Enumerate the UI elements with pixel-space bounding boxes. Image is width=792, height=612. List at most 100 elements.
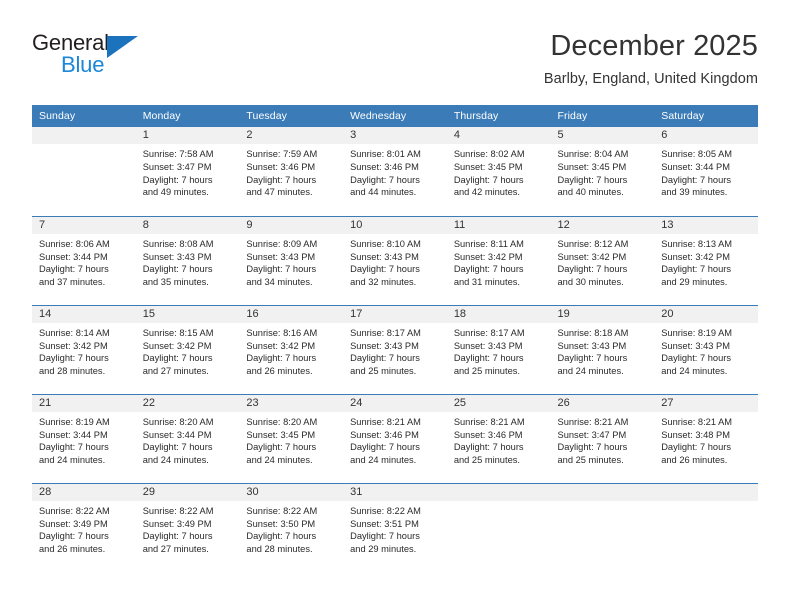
day-cell-content: 31 Sunrise: 8:22 AM Sunset: 3:51 PM Dayli… (343, 483, 447, 573)
day-cell-content: 5 Sunrise: 8:04 AM Sunset: 3:45 PM Daylig… (550, 127, 655, 216)
day-number: 17 (343, 305, 447, 323)
day-number: 14 (32, 305, 136, 323)
day-number: 26 (550, 394, 655, 412)
day-sun-details: Sunrise: 8:09 AM Sunset: 3:43 PM Dayligh… (246, 238, 318, 287)
day-cell-content: 23 Sunrise: 8:20 AM Sunset: 3:45 PM Dayli… (239, 394, 344, 483)
day-sun-details: Sunrise: 8:14 AM Sunset: 3:42 PM Dayligh… (39, 327, 110, 376)
calendar-day-cell[interactable]: 15 Sunrise: 8:15 AM Sunset: 3:42 PM Dayli… (135, 304, 240, 395)
calendar-day-cell[interactable]: 31 Sunrise: 8:22 AM Sunset: 3:51 PM Dayli… (343, 482, 447, 573)
day-number: 11 (446, 216, 551, 234)
day-cell-content (654, 483, 758, 573)
day-sun-details: Sunrise: 8:18 AM Sunset: 3:43 PM Dayligh… (557, 327, 629, 376)
calendar-day-cell[interactable]: 17 Sunrise: 8:17 AM Sunset: 3:43 PM Dayli… (343, 304, 447, 395)
calendar-day-cell[interactable]: 24 Sunrise: 8:21 AM Sunset: 3:46 PM Dayli… (343, 393, 447, 484)
day-cell-content: 26 Sunrise: 8:21 AM Sunset: 3:47 PM Dayli… (550, 394, 655, 483)
day-sun-details: Sunrise: 7:59 AM Sunset: 3:46 PM Dayligh… (246, 149, 318, 198)
day-number: 29 (135, 483, 240, 501)
day-sun-details: Sunrise: 8:04 AM Sunset: 3:45 PM Dayligh… (557, 149, 629, 198)
calendar-day-cell[interactable]: 11 Sunrise: 8:11 AM Sunset: 3:42 PM Dayli… (446, 215, 551, 306)
day-number: 16 (239, 305, 344, 323)
calendar-day-cell[interactable]: 12 Sunrise: 8:12 AM Sunset: 3:42 PM Dayli… (550, 215, 655, 306)
calendar-day-cell[interactable]: 28 Sunrise: 8:22 AM Sunset: 3:49 PM Dayli… (32, 482, 136, 573)
calendar-day-cell[interactable]: 19 Sunrise: 8:18 AM Sunset: 3:43 PM Dayli… (550, 304, 655, 395)
day-number: 25 (446, 394, 551, 412)
calendar-day-cell[interactable]: 18 Sunrise: 8:17 AM Sunset: 3:43 PM Dayli… (446, 304, 551, 395)
calendar-day-cell[interactable]: 5 Sunrise: 8:04 AM Sunset: 3:45 PM Daylig… (550, 127, 655, 216)
calendar-day-cell[interactable]: 10 Sunrise: 8:10 AM Sunset: 3:43 PM Dayli… (343, 215, 447, 306)
day-cell-content: 27 Sunrise: 8:21 AM Sunset: 3:48 PM Dayli… (654, 394, 758, 483)
location-subtitle: Barlby, England, United Kingdom (543, 71, 758, 88)
day-cell-content: 6 Sunrise: 8:05 AM Sunset: 3:44 PM Daylig… (654, 127, 758, 216)
calendar-day-cell[interactable]: 25 Sunrise: 8:21 AM Sunset: 3:46 PM Dayli… (446, 393, 551, 484)
day-cell-content: 3 Sunrise: 8:01 AM Sunset: 3:46 PM Daylig… (343, 127, 447, 216)
logo-text-general: General (32, 30, 109, 55)
day-number (32, 127, 136, 145)
day-number: 19 (550, 305, 655, 323)
title-block: December 2025 Barlby, England, United Ki… (544, 28, 758, 87)
generalblue-logo[interactable]: General Blue (32, 28, 152, 80)
calendar-day-cell[interactable]: 9 Sunrise: 8:09 AM Sunset: 3:43 PM Daylig… (239, 215, 344, 306)
day-cell-content: 9 Sunrise: 8:09 AM Sunset: 3:43 PM Daylig… (239, 216, 344, 305)
day-sun-details: Sunrise: 8:20 AM Sunset: 3:45 PM Dayligh… (246, 416, 318, 465)
calendar-day-cell[interactable]: 22 Sunrise: 8:20 AM Sunset: 3:44 PM Dayli… (135, 393, 240, 484)
day-number: 7 (32, 216, 136, 234)
day-sun-details: Sunrise: 8:05 AM Sunset: 3:44 PM Dayligh… (661, 149, 733, 198)
day-number: 22 (135, 394, 240, 412)
calendar-day-cell[interactable]: 3 Sunrise: 8:01 AM Sunset: 3:46 PM Daylig… (343, 127, 447, 216)
calendar-empty-cell (654, 482, 758, 573)
day-cell-content (32, 127, 136, 216)
calendar-day-cell[interactable]: 4 Sunrise: 8:02 AM Sunset: 3:45 PM Daylig… (446, 127, 551, 216)
day-sun-details: Sunrise: 8:20 AM Sunset: 3:44 PM Dayligh… (142, 416, 214, 465)
calendar-day-cell[interactable]: 13 Sunrise: 8:13 AM Sunset: 3:42 PM Dayli… (654, 215, 758, 306)
calendar-day-cell[interactable]: 27 Sunrise: 8:21 AM Sunset: 3:48 PM Dayli… (654, 393, 758, 484)
day-cell-content: 17 Sunrise: 8:17 AM Sunset: 3:43 PM Dayli… (343, 305, 447, 394)
calendar-day-cell[interactable]: 2 Sunrise: 7:59 AM Sunset: 3:46 PM Daylig… (239, 127, 344, 216)
day-number: 10 (343, 216, 447, 234)
day-number: 18 (446, 305, 551, 323)
day-sun-details: Sunrise: 8:17 AM Sunset: 3:43 PM Dayligh… (453, 327, 525, 376)
calendar-day-cell[interactable]: 30 Sunrise: 8:22 AM Sunset: 3:50 PM Dayli… (239, 482, 344, 573)
calendar-day-cell[interactable]: 29 Sunrise: 8:22 AM Sunset: 3:49 PM Dayli… (135, 482, 240, 573)
day-cell-content: 30 Sunrise: 8:22 AM Sunset: 3:50 PM Dayli… (239, 483, 344, 573)
calendar-header-row: Sunday Monday Tuesday Wednesday Thursday Frid… (32, 105, 758, 128)
day-sun-details: Sunrise: 8:21 AM Sunset: 3:47 PM Dayligh… (557, 416, 629, 465)
calendar-week-row: 1 Sunrise: 7:58 AM Sunset: 3:47 PM Daylig… (32, 127, 758, 216)
calendar-day-cell[interactable]: 6 Sunrise: 8:05 AM Sunset: 3:44 PM Daylig… (654, 127, 758, 216)
day-number: 13 (654, 216, 758, 234)
day-cell-content: 8 Sunrise: 8:08 AM Sunset: 3:43 PM Daylig… (135, 216, 240, 305)
day-sun-details (654, 501, 758, 505)
calendar-day-cell[interactable]: 20 Sunrise: 8:19 AM Sunset: 3:43 PM Dayli… (654, 304, 758, 395)
day-number: 6 (654, 127, 758, 145)
calendar-day-cell[interactable]: 7 Sunrise: 8:06 AM Sunset: 3:44 PM Daylig… (32, 215, 136, 306)
day-sun-details: Sunrise: 8:06 AM Sunset: 3:44 PM Dayligh… (39, 238, 110, 287)
day-sun-details (32, 144, 136, 148)
weekday-header-friday: Friday (550, 105, 655, 128)
day-sun-details: Sunrise: 8:16 AM Sunset: 3:42 PM Dayligh… (246, 327, 318, 376)
day-sun-details: Sunrise: 8:19 AM Sunset: 3:44 PM Dayligh… (39, 416, 110, 465)
day-sun-details: Sunrise: 8:13 AM Sunset: 3:42 PM Dayligh… (661, 238, 733, 287)
calendar-day-cell[interactable]: 14 Sunrise: 8:14 AM Sunset: 3:42 PM Dayli… (32, 304, 136, 395)
logo-text-blue: Blue (61, 52, 105, 77)
calendar-day-cell[interactable]: 1 Sunrise: 7:58 AM Sunset: 3:47 PM Daylig… (135, 127, 240, 216)
day-number: 15 (135, 305, 240, 323)
day-number: 12 (550, 216, 655, 234)
calendar-day-cell[interactable]: 26 Sunrise: 8:21 AM Sunset: 3:47 PM Dayli… (550, 393, 655, 484)
day-cell-content: 10 Sunrise: 8:10 AM Sunset: 3:43 PM Dayli… (343, 216, 447, 305)
weekday-header-thursday: Thursday (446, 105, 551, 128)
page-header: General Blue December 2025 Barlby, Engla… (0, 0, 792, 87)
day-sun-details: Sunrise: 8:21 AM Sunset: 3:46 PM Dayligh… (453, 416, 525, 465)
day-number (654, 483, 758, 501)
day-sun-details: Sunrise: 8:22 AM Sunset: 3:49 PM Dayligh… (39, 505, 110, 554)
weekday-header-monday: Monday (135, 105, 240, 128)
day-number: 2 (239, 127, 344, 145)
calendar-day-cell[interactable]: 16 Sunrise: 8:16 AM Sunset: 3:42 PM Dayli… (239, 304, 344, 395)
day-number: 28 (32, 483, 136, 501)
day-cell-content: 22 Sunrise: 8:20 AM Sunset: 3:44 PM Dayli… (135, 394, 240, 483)
calendar-day-cell[interactable]: 23 Sunrise: 8:20 AM Sunset: 3:45 PM Dayli… (239, 393, 344, 484)
calendar-page: General Blue December 2025 Barlby, Engla… (0, 0, 792, 612)
calendar-day-cell[interactable]: 21 Sunrise: 8:19 AM Sunset: 3:44 PM Dayli… (32, 393, 136, 484)
day-number: 5 (550, 127, 655, 145)
day-number (550, 483, 655, 501)
day-sun-details (551, 501, 655, 505)
calendar-day-cell[interactable]: 8 Sunrise: 8:08 AM Sunset: 3:43 PM Daylig… (135, 215, 240, 306)
